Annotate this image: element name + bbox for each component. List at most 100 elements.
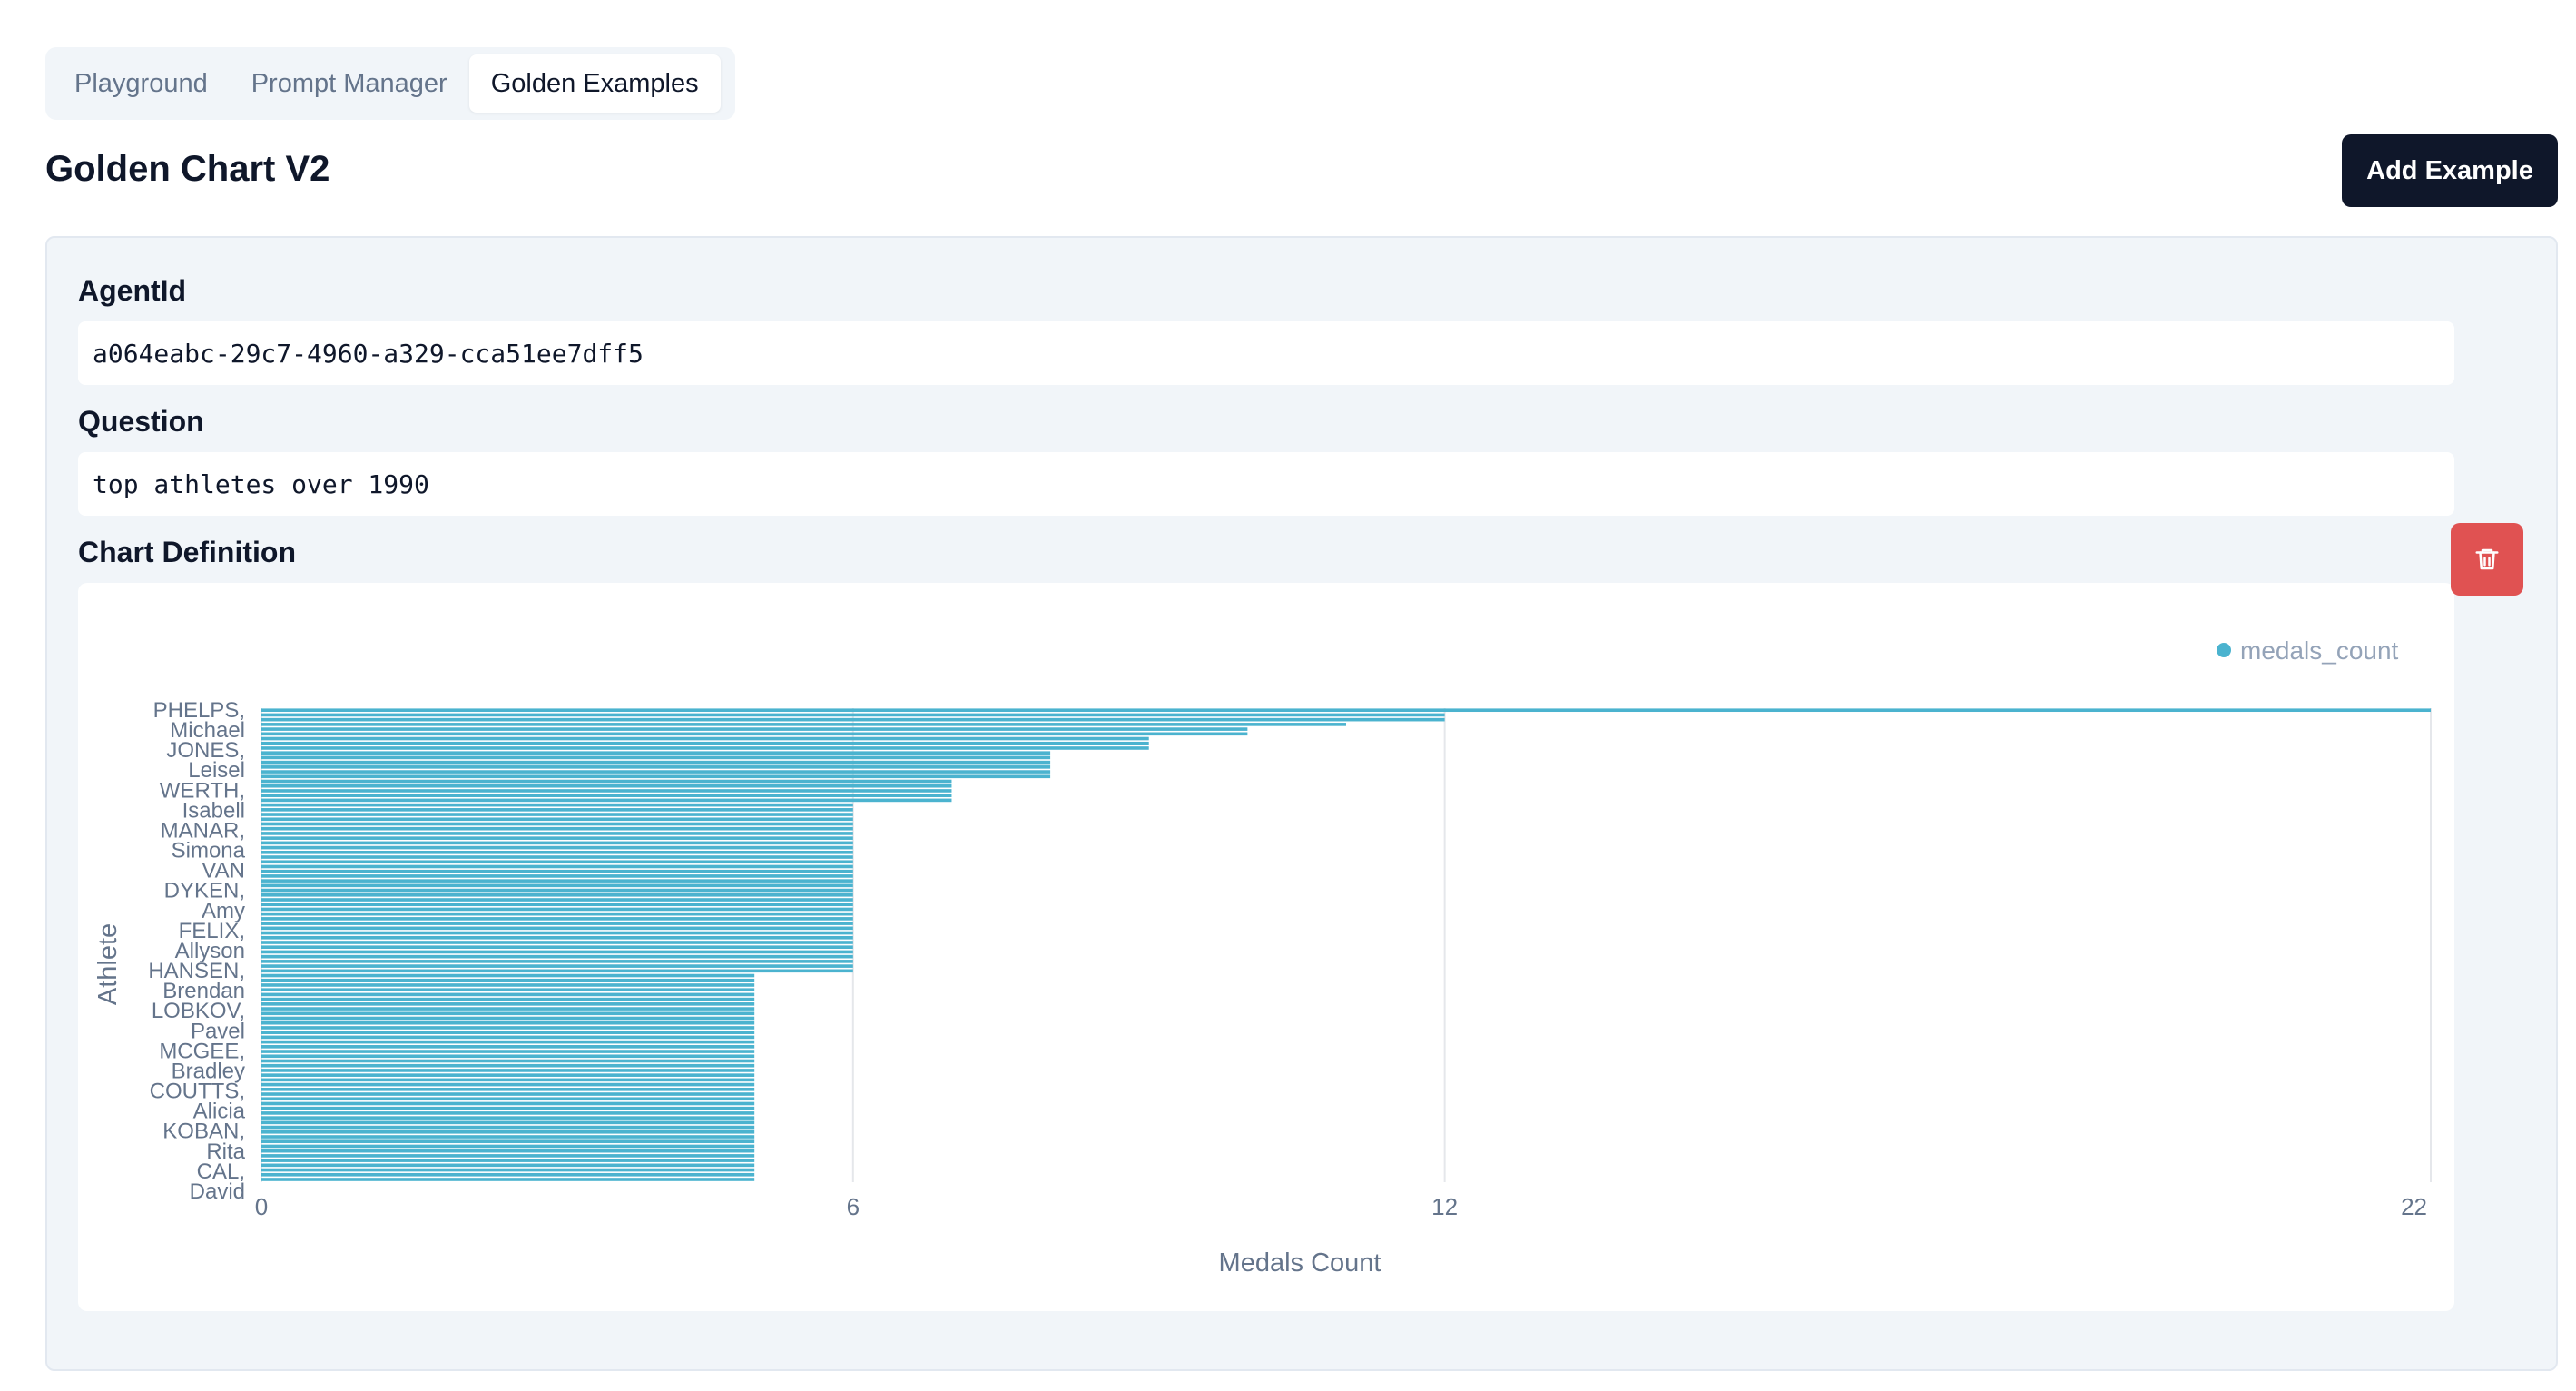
x-tick-label: 0: [255, 1193, 268, 1220]
golden-example-card: AgentId a064eabc-29c7-4960-a329-cca51ee7…: [45, 236, 2558, 1371]
tab-bar: Playground Prompt Manager Golden Example…: [45, 47, 735, 120]
chart-definition-label: Chart Definition: [78, 536, 296, 568]
bar: [261, 851, 853, 854]
bar: [261, 1120, 755, 1125]
bar: [261, 774, 1051, 779]
bar: [261, 1021, 755, 1025]
bar: [261, 954, 853, 959]
question-field[interactable]: top athletes over 1990: [78, 452, 2454, 516]
bar: [261, 727, 1248, 731]
bar: [261, 960, 853, 963]
legend-label: medals_count: [2240, 636, 2399, 665]
bar: [261, 813, 853, 816]
bar: [261, 1063, 755, 1068]
bar: [261, 1154, 755, 1158]
bar: [261, 789, 952, 793]
x-tick-labels: 0 6 12 22: [255, 1193, 2427, 1220]
bar: [261, 983, 755, 987]
bar: [261, 869, 853, 873]
bar: [261, 888, 853, 893]
bar: [261, 922, 853, 925]
trash-icon: [2475, 548, 2499, 570]
bar: [261, 964, 853, 968]
bar: [261, 1168, 755, 1172]
bar: [261, 1111, 755, 1115]
bar: [261, 1073, 755, 1077]
bar: [261, 1011, 755, 1016]
bar-chart: PHELPS,MichaelJONES,LeiselWERTH,IsabellM…: [93, 636, 2432, 1278]
bar: [261, 1097, 755, 1101]
bar: [261, 770, 1051, 774]
bar: [261, 992, 755, 997]
bar: [261, 874, 853, 878]
bar: [261, 1016, 755, 1021]
bar: [261, 926, 853, 931]
bar: [261, 1078, 755, 1082]
bar: [261, 826, 853, 831]
x-tick-label: 6: [847, 1193, 860, 1220]
bar: [261, 903, 853, 907]
bar: [261, 723, 1346, 726]
tab-prompt-manager[interactable]: Prompt Manager: [230, 54, 469, 113]
agent-id-label: AgentId: [78, 274, 187, 307]
bar: [261, 912, 853, 916]
bar: [261, 907, 853, 912]
y-tick-labels: PHELPS,MichaelJONES,LeiselWERTH,IsabellM…: [148, 698, 245, 1204]
bar: [261, 1026, 755, 1030]
bar: [261, 1092, 755, 1096]
bar: [261, 1144, 755, 1149]
bar: [261, 1031, 755, 1034]
bar: [261, 1178, 755, 1181]
bar: [261, 708, 2431, 713]
bar: [261, 841, 853, 845]
bar: [261, 1035, 755, 1040]
bar: [261, 1139, 755, 1144]
bar: [261, 898, 853, 902]
bar: [261, 794, 952, 797]
bar: [261, 732, 1248, 736]
bar: [261, 973, 755, 978]
x-tick-label: 22: [2401, 1193, 2427, 1220]
y-tick-label: David: [190, 1179, 245, 1204]
question-label: Question: [78, 405, 204, 438]
bar: [261, 997, 755, 1001]
bar: [261, 836, 853, 840]
page-title: Golden Chart V2: [45, 149, 330, 189]
bar: [261, 765, 1051, 769]
chart-card: PHELPS, Michael JONES, Leisel WERTH, Isabell M…: [78, 583, 2454, 1311]
bar: [261, 755, 1051, 760]
bar: [261, 736, 1149, 741]
bar: [261, 1135, 755, 1139]
bar: [261, 1040, 755, 1044]
bar: [261, 713, 1445, 717]
bar: [261, 883, 853, 888]
bar: [261, 779, 952, 784]
bar: [261, 1172, 755, 1177]
add-example-button[interactable]: Add Example: [2342, 134, 2558, 207]
bar: [261, 822, 853, 826]
bar: [261, 931, 853, 935]
bar: [261, 1054, 755, 1059]
bar: [261, 1088, 755, 1091]
bar: [261, 1130, 755, 1134]
agent-id-field[interactable]: a064eabc-29c7-4960-a329-cca51ee7dff5: [78, 321, 2454, 385]
tab-playground[interactable]: Playground: [53, 54, 230, 113]
chart-bars: [261, 708, 2431, 1181]
bar: [261, 717, 1445, 722]
bar: [261, 978, 755, 982]
bar: [261, 1163, 755, 1168]
bar: [261, 855, 853, 859]
bar: [261, 817, 853, 822]
bar: [261, 945, 853, 950]
bar: [261, 969, 853, 973]
bar: [261, 941, 853, 944]
bar: [261, 879, 853, 883]
tab-golden-examples[interactable]: Golden Examples: [468, 54, 721, 113]
bar: [261, 798, 952, 803]
bar: [261, 1125, 755, 1130]
bar: [261, 1116, 755, 1120]
bar: [261, 832, 853, 835]
bar: [261, 935, 853, 940]
delete-example-button[interactable]: [2451, 523, 2523, 596]
chart-grid: [261, 708, 2432, 1182]
